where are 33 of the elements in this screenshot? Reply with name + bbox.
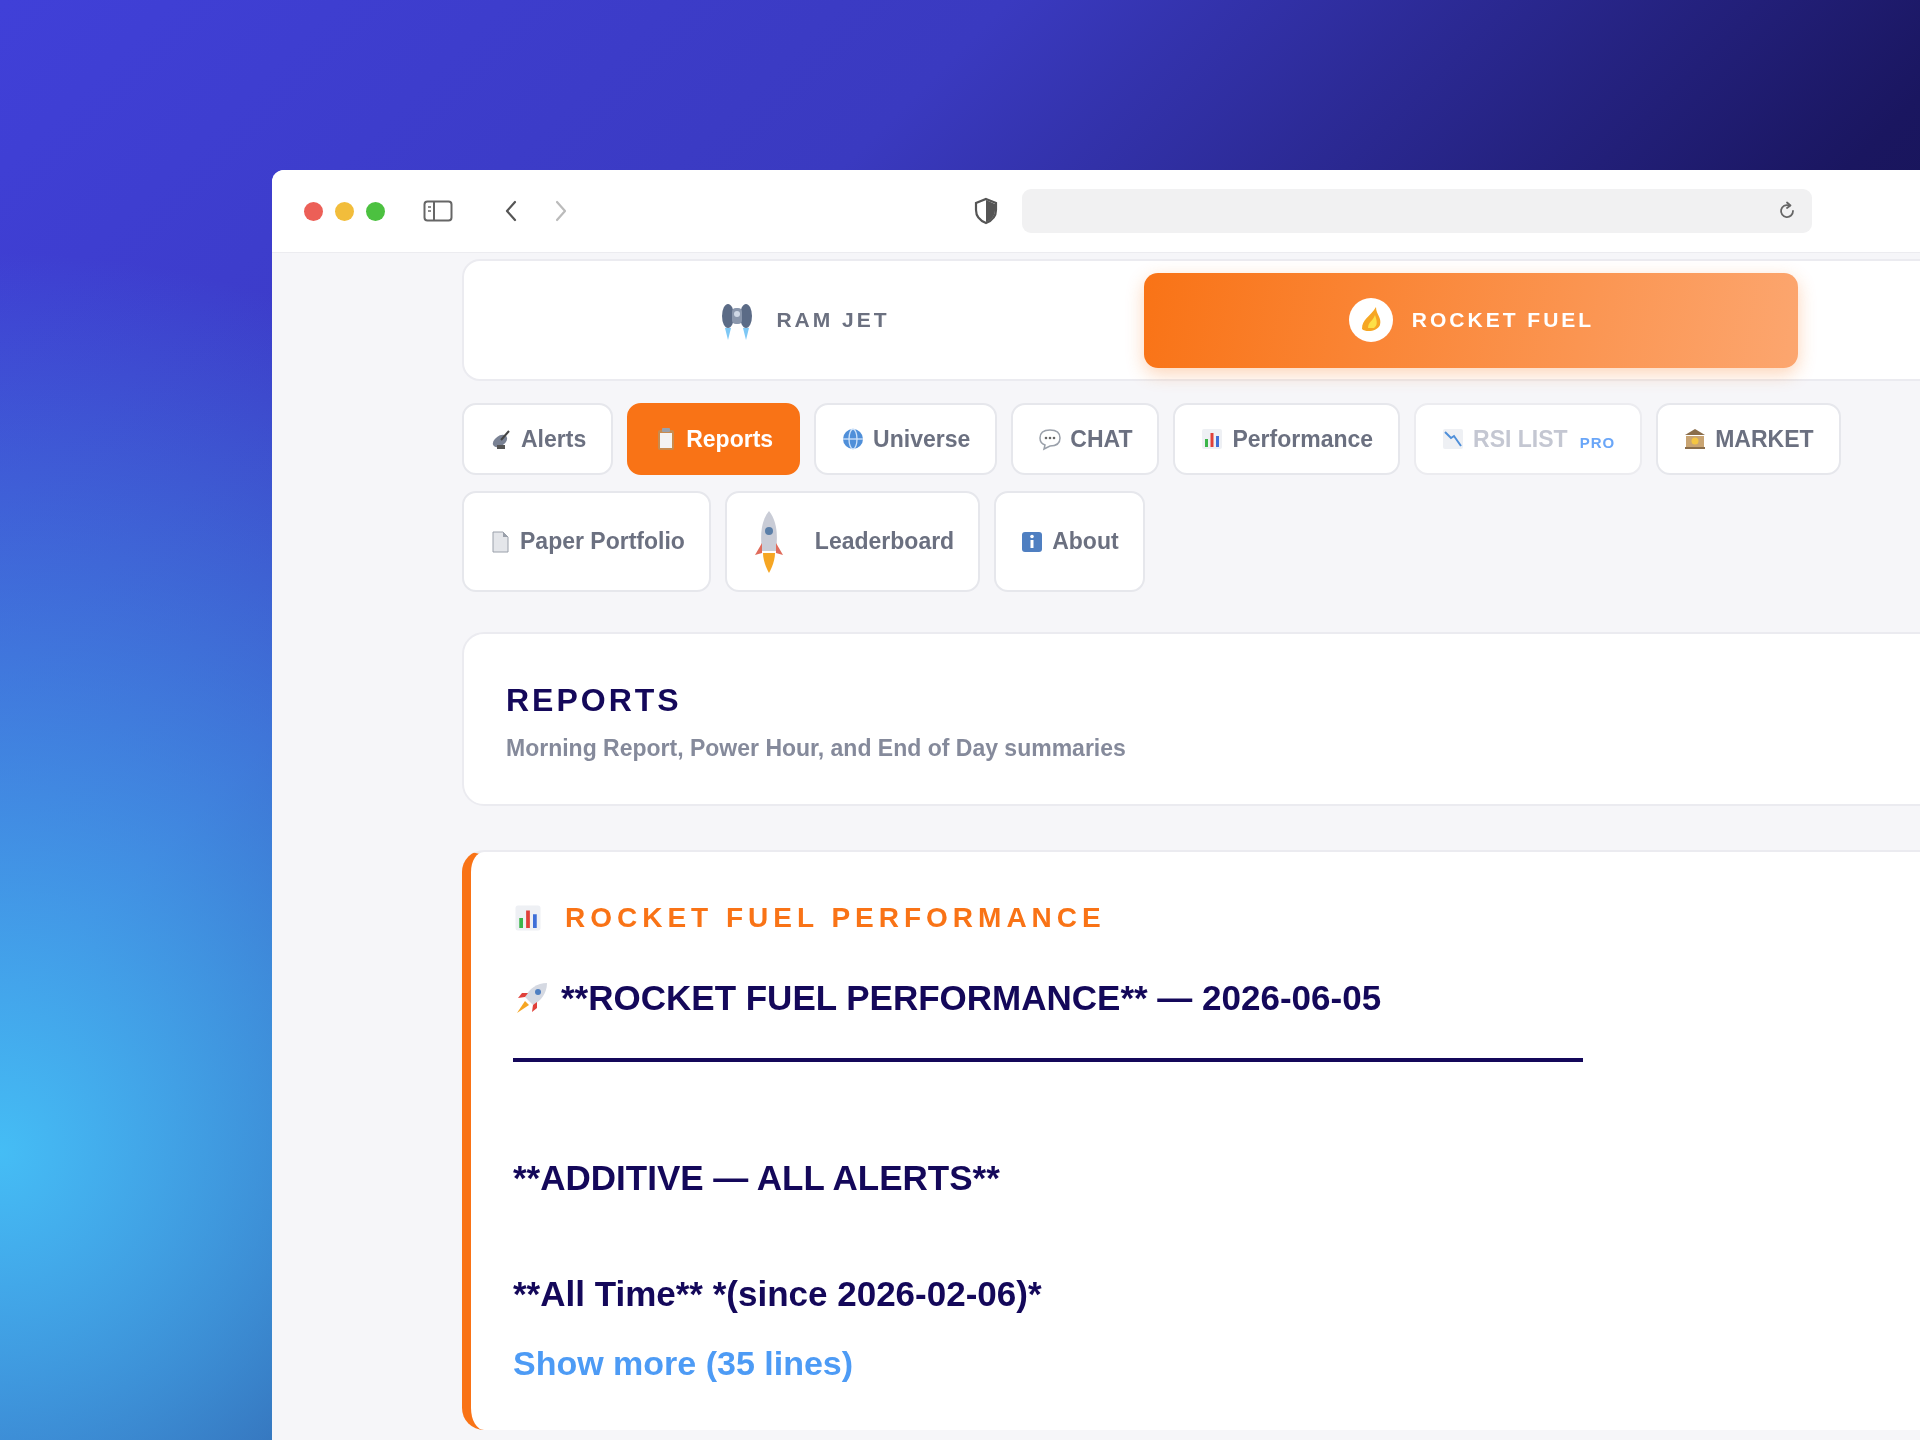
page-subtitle: Morning Report, Power Hour, and End of Day summaries [506, 735, 1127, 762]
bank-icon [1683, 427, 1708, 451]
nav-tab[interactable]: Reports [627, 403, 801, 475]
nav-tab[interactable]: Alerts [462, 403, 614, 475]
minimize-icon[interactable] [335, 201, 354, 221]
bar-chart-icon [1200, 427, 1225, 451]
nav-tab[interactable]: Paper Portfolio [462, 491, 711, 592]
section-title: ROCKET FUEL PERFORMANCE [565, 902, 1106, 934]
falling-chart-icon [1441, 427, 1466, 451]
nav-tab[interactable]: Universe [814, 403, 998, 475]
nav-tab[interactable]: About [994, 491, 1145, 592]
close-icon[interactable] [304, 201, 323, 221]
flame-badge-icon [1347, 297, 1394, 343]
report-subheading: **ADDITIVE — ALL ALERTS** [513, 1158, 1001, 1198]
nav-tab[interactable]: MARKET [1656, 403, 1841, 475]
info-icon [1020, 529, 1045, 554]
bar-chart-icon [513, 903, 543, 933]
back-icon[interactable] [503, 199, 519, 223]
show-more-link[interactable]: Show more (35 lines) [513, 1344, 854, 1383]
sidebar-icon[interactable] [423, 199, 453, 223]
report-subheading: **All Time** *(since 2026-02-06)* [513, 1274, 1043, 1314]
report-heading: **ROCKET FUEL PERFORMANCE** — 2026-06-05 [561, 978, 1382, 1018]
globe-icon [841, 427, 866, 451]
shield-icon[interactable] [974, 197, 998, 225]
nav-tab[interactable]: Performance [1173, 403, 1401, 475]
pro-label: PRO [1579, 433, 1616, 451]
page-title: REPORTS [506, 682, 683, 719]
zoom-icon[interactable] [366, 201, 385, 221]
nav-tab[interactable]: Leaderboard [724, 491, 981, 592]
mode-tab[interactable]: RAM JET [476, 272, 1130, 368]
forward-icon[interactable] [553, 199, 569, 223]
nav-tab[interactable]: CHAT [1011, 403, 1160, 475]
speech-bubble-icon [1038, 427, 1063, 451]
